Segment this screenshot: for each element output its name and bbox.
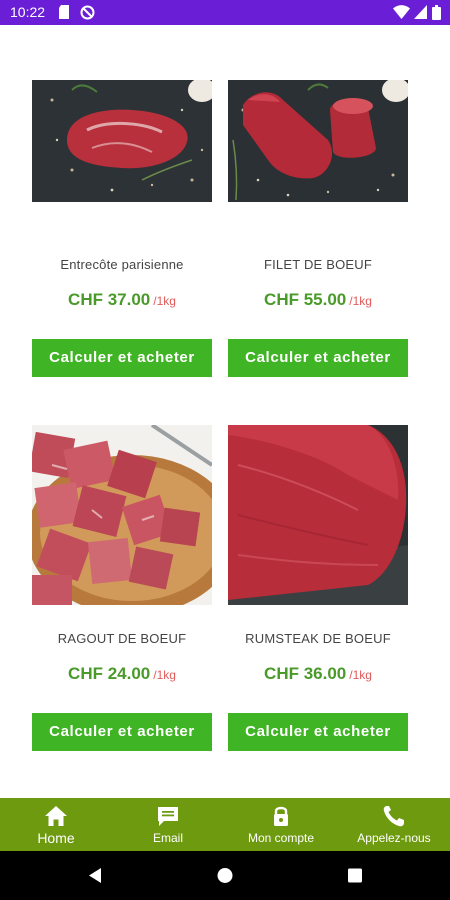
product-price: CHF 36.00/1kg bbox=[228, 664, 408, 684]
calculate-and-buy-button[interactable]: Calculer et acheter bbox=[32, 339, 212, 377]
calculate-and-buy-button[interactable]: Calculer et acheter bbox=[32, 713, 212, 751]
product-price: CHF 55.00/1kg bbox=[228, 290, 408, 310]
cell-signal-icon bbox=[414, 5, 427, 19]
product-name: RAGOUT DE BOEUF bbox=[57, 631, 187, 646]
beef-ragout-photo bbox=[32, 425, 212, 605]
price-unit: /1kg bbox=[153, 294, 176, 308]
product-name: RUMSTEAK DE BOEUF bbox=[245, 631, 391, 646]
bottom-navigation: Home Email Mon compte Appelez-nous bbox=[0, 798, 450, 851]
nav-home[interactable]: Home bbox=[0, 798, 112, 851]
system-navigation-bar bbox=[0, 851, 450, 900]
nav-call-label: Appelez-nous bbox=[357, 831, 431, 845]
product-price: CHF 37.00/1kg bbox=[32, 290, 212, 310]
product-card: Entrecôte parisienne CHF 37.00/1kg Calcu… bbox=[32, 80, 212, 380]
nav-account[interactable]: Mon compte bbox=[225, 798, 337, 851]
price-amount: CHF 36.00 bbox=[264, 664, 347, 683]
product-name: FILET DE BOEUF bbox=[263, 257, 373, 272]
calculate-and-buy-button[interactable]: Calculer et acheter bbox=[228, 339, 408, 377]
price-unit: /1kg bbox=[349, 668, 372, 682]
email-icon bbox=[158, 807, 178, 826]
wifi-icon bbox=[393, 5, 410, 19]
product-image[interactable] bbox=[32, 80, 212, 202]
nav-email[interactable]: Email bbox=[112, 798, 224, 851]
price-amount: CHF 24.00 bbox=[68, 664, 151, 683]
back-icon[interactable] bbox=[65, 851, 125, 900]
product-card: RUMSTEAK DE BOEUF CHF 36.00/1kg Calculer… bbox=[228, 425, 408, 755]
price-amount: CHF 37.00 bbox=[68, 290, 151, 309]
status-time: 10:22 bbox=[10, 4, 46, 20]
sd-card-icon bbox=[59, 5, 69, 19]
battery-icon bbox=[432, 5, 441, 20]
home-icon bbox=[45, 806, 67, 826]
beef-entrecote-photo bbox=[32, 80, 212, 202]
home-circle-icon[interactable] bbox=[195, 851, 255, 900]
product-grid: Entrecôte parisienne CHF 37.00/1kg Calcu… bbox=[0, 25, 450, 798]
calculate-and-buy-button[interactable]: Calculer et acheter bbox=[228, 713, 408, 751]
nav-account-label: Mon compte bbox=[247, 831, 315, 845]
nav-email-label: Email bbox=[152, 831, 183, 845]
product-name: Entrecôte parisienne bbox=[60, 257, 184, 272]
beef-rumsteak-photo bbox=[228, 425, 408, 605]
product-image[interactable] bbox=[32, 425, 212, 605]
beef-filet-photo bbox=[228, 80, 408, 202]
product-card: FILET DE BOEUF CHF 55.00/1kg Calculer et… bbox=[228, 80, 408, 380]
phone-icon bbox=[383, 806, 404, 827]
nav-call[interactable]: Appelez-nous bbox=[338, 798, 450, 851]
product-image[interactable] bbox=[228, 425, 408, 605]
nav-home-label: Home bbox=[37, 830, 75, 846]
data-saver-icon bbox=[80, 5, 95, 20]
status-bar: 10:22 bbox=[0, 0, 450, 25]
price-amount: CHF 55.00 bbox=[264, 290, 347, 309]
price-unit: /1kg bbox=[349, 294, 372, 308]
product-price: CHF 24.00/1kg bbox=[32, 664, 212, 684]
product-card: RAGOUT DE BOEUF CHF 24.00/1kg Calculer e… bbox=[32, 425, 212, 755]
lock-icon bbox=[274, 806, 288, 826]
price-unit: /1kg bbox=[153, 668, 176, 682]
product-image[interactable] bbox=[228, 80, 408, 202]
recents-icon[interactable] bbox=[325, 851, 385, 900]
